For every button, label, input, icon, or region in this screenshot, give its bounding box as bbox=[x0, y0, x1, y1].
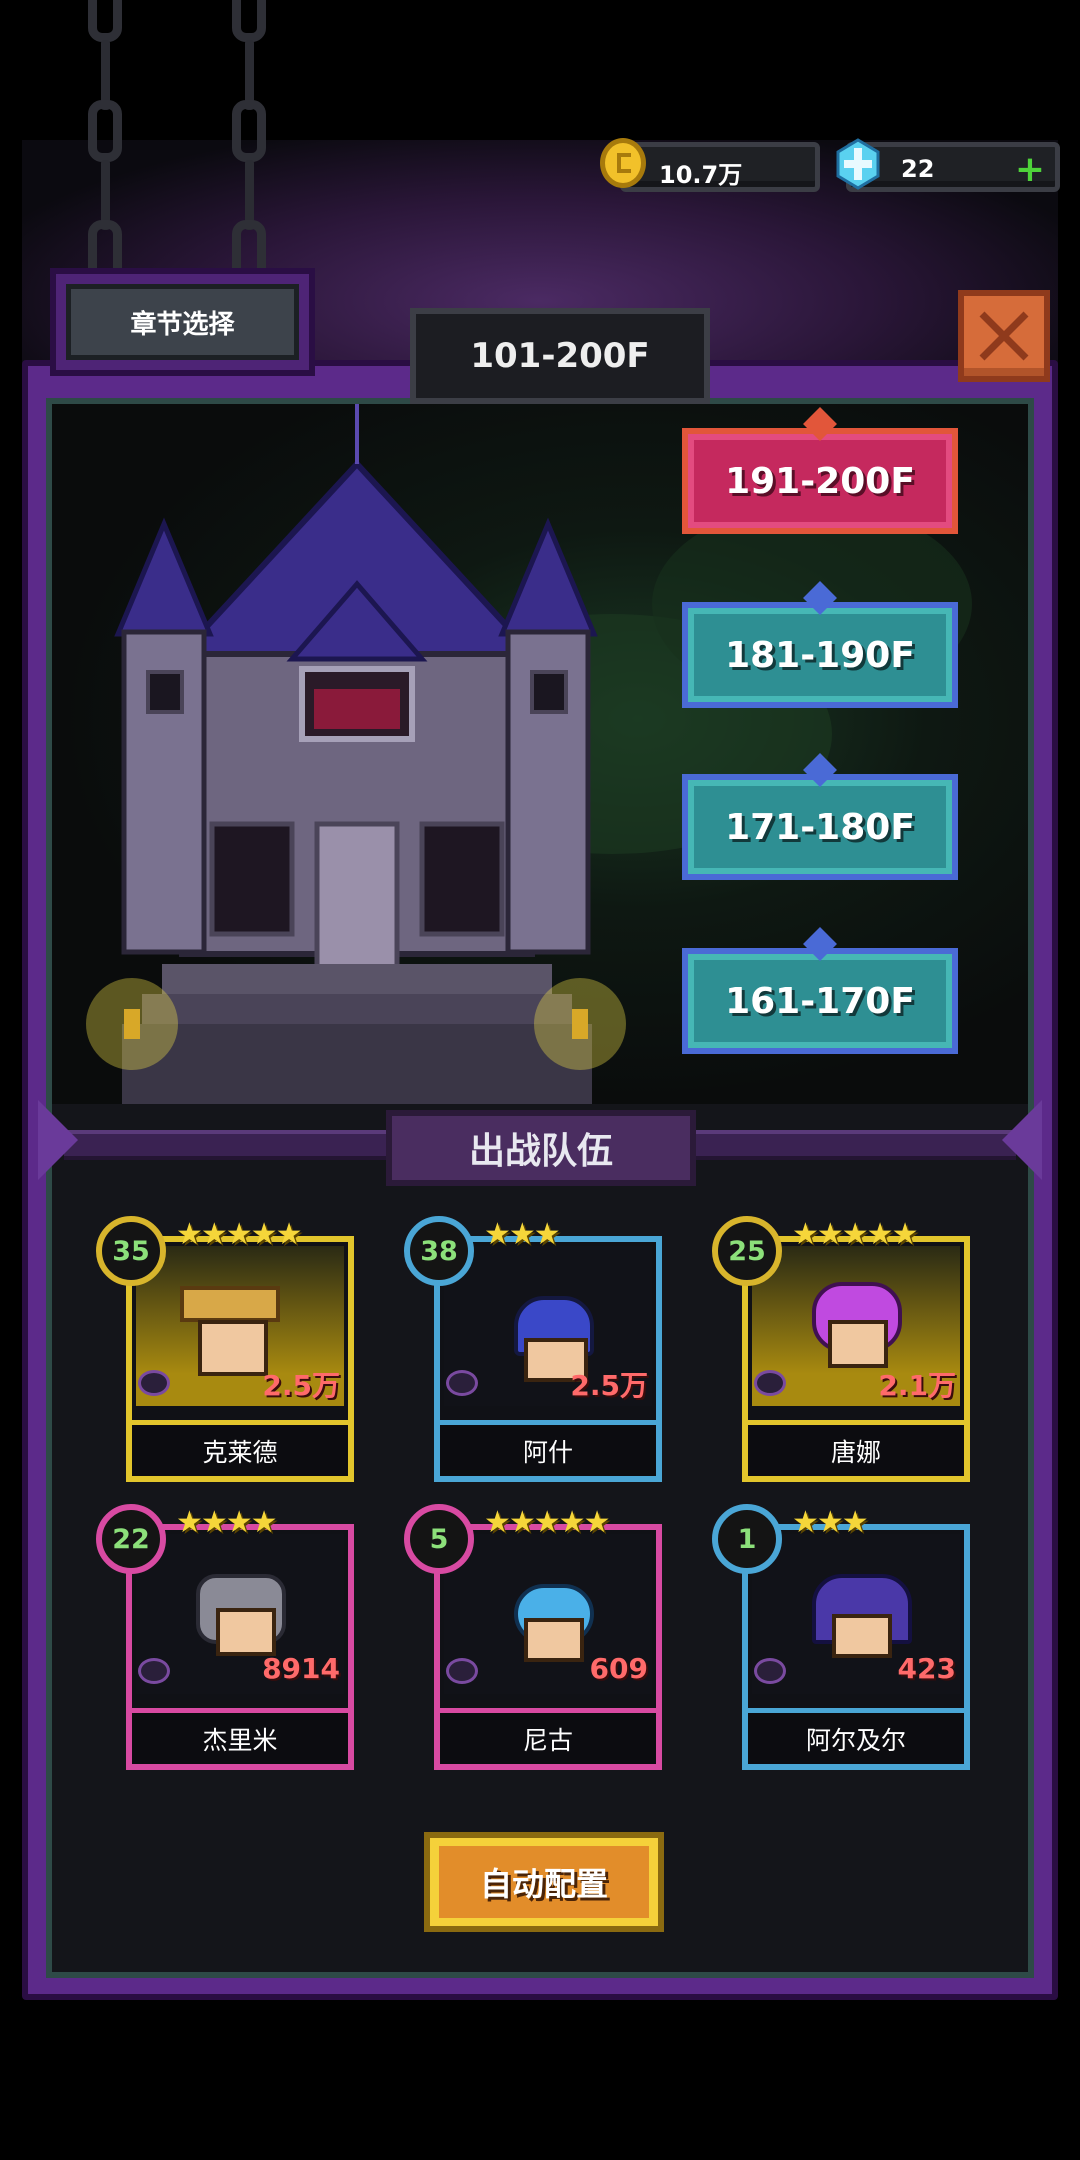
hero-name: 克莱德 bbox=[132, 1420, 348, 1476]
hero-power: 8914 bbox=[262, 1652, 340, 1685]
floor-button-191-200[interactable]: 191-200F bbox=[682, 407, 958, 534]
team-title: 出战队伍 bbox=[386, 1110, 696, 1186]
hero-name: 唐娜 bbox=[748, 1420, 964, 1476]
floor-label: 181-190F bbox=[725, 634, 915, 676]
hero-power: 423 bbox=[897, 1652, 956, 1685]
close-button[interactable] bbox=[958, 290, 1050, 382]
auto-config-label: 自动配置 bbox=[479, 1865, 608, 1903]
hero-card-donna[interactable]: 2.1万 唐娜 bbox=[742, 1236, 970, 1482]
gold-amount: 10.7万 bbox=[659, 161, 743, 189]
floor-label: 171-180F bbox=[725, 806, 915, 848]
current-floor-range-text: 101-200F bbox=[470, 336, 650, 376]
weapon-type-icon bbox=[446, 1370, 478, 1396]
chain-decoration-right bbox=[224, 0, 274, 282]
hero-card-algiers[interactable]: 423 阿尔及尔 bbox=[742, 1524, 970, 1770]
chapter-select-button[interactable]: 章节选择 bbox=[50, 268, 315, 376]
diamond-gem-icon bbox=[836, 138, 880, 190]
gold-counter: 10.7万 bbox=[620, 142, 820, 192]
hero-power: 2.5万 bbox=[570, 1369, 648, 1402]
team-title-text: 出战队伍 bbox=[468, 1131, 613, 1172]
hero-level: 22 bbox=[96, 1504, 166, 1574]
hero-level: 5 bbox=[404, 1504, 474, 1574]
close-icon bbox=[979, 311, 1029, 361]
hero-card-nico[interactable]: 609 尼古 bbox=[434, 1524, 662, 1770]
hero-power: 609 bbox=[589, 1652, 648, 1685]
hero-stars: ★★★★★ bbox=[176, 1217, 302, 1252]
gold-coin-icon bbox=[600, 138, 646, 188]
floor-button-171-180[interactable]: 171-180F bbox=[682, 753, 958, 880]
hero-power: 2.1万 bbox=[878, 1369, 956, 1402]
hero-stars: ★★★ bbox=[792, 1505, 869, 1540]
hero-name: 阿尔及尔 bbox=[748, 1708, 964, 1764]
floor-label: 191-200F bbox=[725, 460, 915, 502]
chapter-select-label: 章节选择 bbox=[130, 309, 235, 340]
gem-amount: 22 bbox=[901, 155, 935, 183]
left-arrow-decoration bbox=[38, 1100, 78, 1180]
hero-stars: ★★★★★ bbox=[792, 1217, 918, 1252]
hero-stars: ★★★ bbox=[484, 1217, 561, 1252]
weapon-type-icon bbox=[446, 1658, 478, 1684]
hero-card-jeremy[interactable]: 8914 杰里米 bbox=[126, 1524, 354, 1770]
hero-stars: ★★★★★ bbox=[484, 1505, 610, 1540]
hero-name: 阿什 bbox=[440, 1420, 656, 1476]
auto-config-button[interactable]: 自动配置 bbox=[424, 1832, 664, 1932]
floor-button-181-190[interactable]: 181-190F bbox=[682, 581, 958, 708]
hero-level: 25 bbox=[712, 1216, 782, 1286]
hero-level: 1 bbox=[712, 1504, 782, 1574]
weapon-type-icon bbox=[754, 1370, 786, 1396]
hero-name: 尼古 bbox=[440, 1708, 656, 1764]
hero-name: 杰里米 bbox=[132, 1708, 348, 1764]
hero-power: 2.5万 bbox=[262, 1369, 340, 1402]
floor-button-161-170[interactable]: 161-170F bbox=[682, 927, 958, 1054]
weapon-type-icon bbox=[138, 1370, 170, 1396]
add-gems-button[interactable]: + bbox=[1015, 149, 1045, 190]
floor-label: 161-170F bbox=[725, 980, 915, 1022]
hero-card-clyde[interactable]: 2.5万 克莱德 bbox=[126, 1236, 354, 1482]
current-floor-range: 101-200F bbox=[410, 308, 710, 404]
hero-card-ash[interactable]: 2.5万 阿什 bbox=[434, 1236, 662, 1482]
weapon-type-icon bbox=[754, 1658, 786, 1684]
weapon-type-icon bbox=[138, 1658, 170, 1684]
right-arrow-decoration bbox=[1002, 1100, 1042, 1180]
hero-stars: ★★★★ bbox=[176, 1505, 278, 1540]
hero-level: 38 bbox=[404, 1216, 474, 1286]
hero-level: 35 bbox=[96, 1216, 166, 1286]
chain-decoration-left bbox=[80, 0, 130, 282]
